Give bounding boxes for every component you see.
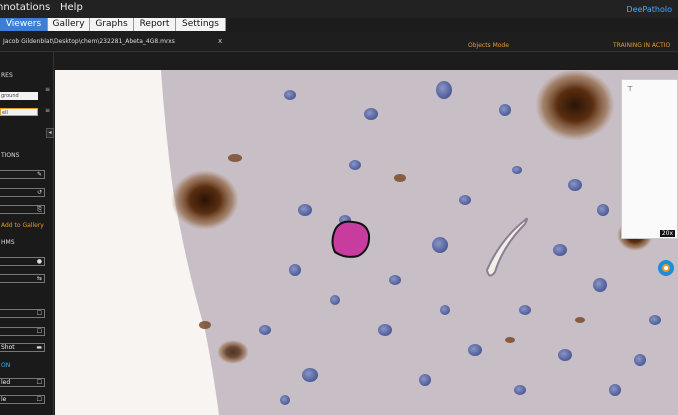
section-algorithms-heading: HMS: [1, 239, 15, 246]
button-label: le: [1, 396, 7, 403]
copy-icon: ⎘: [37, 206, 42, 213]
tab-settings[interactable]: Settings: [176, 18, 226, 31]
algorithm-run-button[interactable]: ●: [0, 257, 45, 266]
collapse-sidebar-icon[interactable]: ◂: [46, 128, 54, 138]
menu-icon[interactable]: ≡: [44, 107, 51, 114]
annotation-tool-button[interactable]: ✎: [0, 170, 45, 179]
checkbox-icon: ☐: [36, 396, 42, 403]
annotation-copy-button[interactable]: ⎘: [0, 205, 45, 214]
file-bar: Jacob Gildenblat\Desktop\chem\232281_Abe…: [0, 32, 678, 52]
export-button-1[interactable]: ☐: [0, 309, 45, 318]
algorithm-swap-button[interactable]: ⇆: [0, 274, 45, 283]
tab-report[interactable]: Report: [134, 18, 176, 31]
selected-object[interactable]: [331, 220, 371, 258]
checkbox-icon: ☐: [36, 310, 42, 317]
menu-icon[interactable]: ≡: [44, 86, 51, 93]
section-extra-heading: ON: [1, 362, 11, 369]
extra-button-2[interactable]: le ☐: [0, 395, 45, 404]
class-input-background[interactable]: ground: [0, 92, 38, 100]
zoom-level: 20x: [659, 230, 675, 237]
section-annotations-heading: TIONS: [1, 152, 20, 159]
button-label: Shot: [1, 344, 15, 351]
refresh-icon: ↺: [36, 189, 42, 196]
section-classes-heading: RES: [1, 72, 13, 79]
file-path: Jacob Gildenblat\Desktop\chem\232281_Abe…: [3, 38, 175, 45]
close-file-icon[interactable]: x: [218, 37, 222, 45]
checkbox-icon: ☐: [36, 379, 42, 386]
menu-help[interactable]: Help: [60, 2, 83, 13]
slide-viewer[interactable]: [55, 70, 678, 415]
camera-icon: ▬: [36, 344, 42, 351]
screenshot-button[interactable]: Shot ▬: [0, 343, 45, 352]
minimap-pin-icon: ⊤: [627, 85, 634, 93]
tab-viewers[interactable]: Viewers: [0, 18, 48, 31]
annotation-tool-icon[interactable]: [656, 258, 676, 278]
tab-graphs[interactable]: Graphs: [90, 18, 134, 31]
class-input-current[interactable]: ell: [0, 108, 38, 116]
tab-gallery[interactable]: Gallery: [48, 18, 90, 31]
pencil-icon: ✎: [36, 171, 42, 178]
sidebar: RES ≡ ground ell ≡ ◂ TIONS ✎ ↺ ⎘ Add to …: [0, 52, 54, 415]
brand-logo-text: DeePatholo: [626, 5, 672, 14]
annotation-refresh-button[interactable]: ↺: [0, 188, 45, 197]
minimap[interactable]: ⊤ 20x: [621, 79, 678, 239]
menu-annotations[interactable]: nnotations: [0, 2, 50, 13]
objects-mode-label[interactable]: Objects Mode: [468, 42, 509, 49]
tissue-image: [55, 70, 678, 415]
extra-button-1[interactable]: led ☐: [0, 378, 45, 387]
record-icon: ●: [36, 258, 42, 265]
export-button-2[interactable]: ☐: [0, 327, 45, 336]
training-status: TRAINING IN ACTIO: [613, 42, 671, 49]
menu-bar: nnotations Help DeePatholo: [0, 0, 678, 18]
checkbox-icon: ☐: [36, 328, 42, 335]
swap-icon: ⇆: [36, 275, 42, 282]
button-label: led: [1, 379, 11, 386]
add-to-gallery-link[interactable]: Add to Gallery: [1, 222, 44, 229]
